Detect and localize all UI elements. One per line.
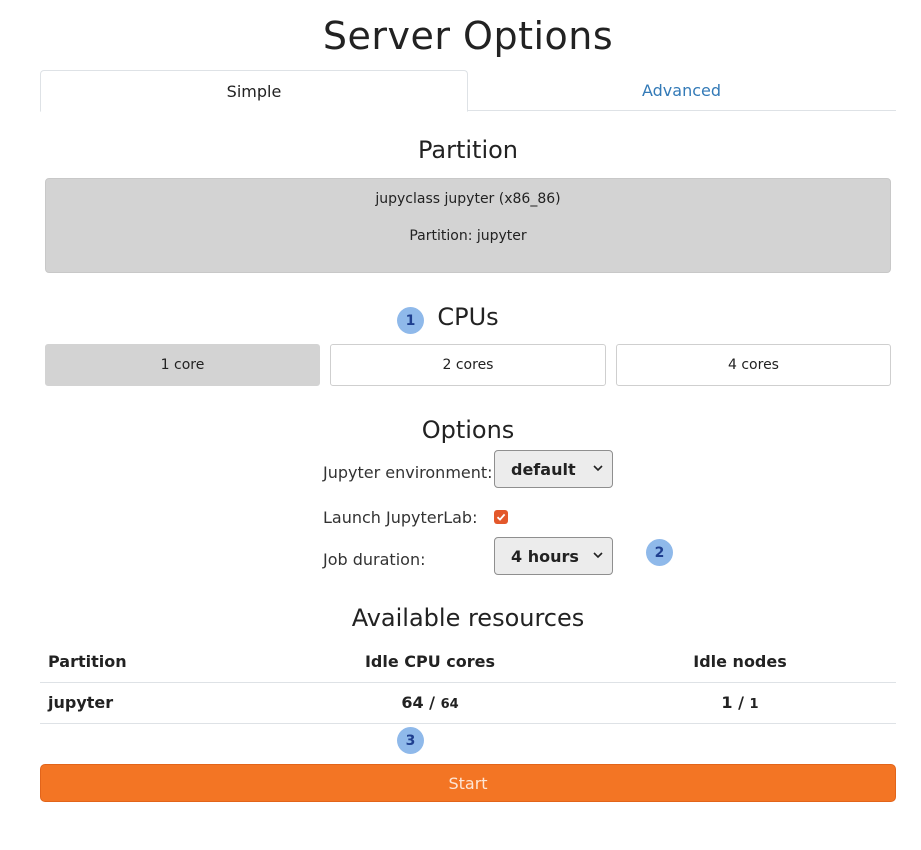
launch-jupyterlab-checkbox[interactable]: [494, 510, 508, 524]
page-title: Server Options: [322, 14, 614, 58]
launch-jupyterlab-label: Launch JupyterLab:: [323, 508, 478, 527]
column-header-idle-cpu-cores: Idle CPU cores: [364, 652, 496, 671]
idle-nodes-separator: /: [738, 693, 744, 712]
idle-cpu-count: 64: [401, 693, 424, 712]
cpus-heading: CPUs: [437, 303, 499, 331]
cpu-option-1-core[interactable]: 1 core: [45, 344, 320, 386]
chevron-down-icon: [593, 465, 603, 472]
total-nodes-count: 1: [749, 697, 759, 712]
table-divider: [40, 723, 896, 724]
step-badge-3: 3: [397, 727, 424, 754]
start-button[interactable]: Start: [40, 764, 896, 802]
table-cell-partition: jupyter: [48, 693, 114, 712]
tab-advanced[interactable]: Advanced: [467, 70, 896, 110]
cpu-option-4-cores[interactable]: 4 cores: [616, 344, 891, 386]
table-divider: [40, 682, 896, 683]
idle-nodes-count: 1: [721, 693, 733, 712]
tab-simple[interactable]: Simple: [40, 70, 468, 112]
partition-description: jupyclass jupyter (x86_86): [375, 191, 561, 207]
tab-divider: [467, 110, 896, 111]
column-header-partition: Partition: [48, 652, 127, 671]
idle-cpu-separator: /: [429, 693, 435, 712]
tab-bar: Simple Advanced: [40, 70, 896, 112]
jupyter-environment-select[interactable]: default: [494, 450, 613, 488]
table-cell-idle-nodes: 1 / 1: [600, 693, 880, 712]
cpu-option-2-cores[interactable]: 2 cores: [330, 344, 606, 386]
total-cpu-count: 64: [440, 697, 459, 712]
chevron-down-icon: [593, 552, 603, 559]
server-options-page: Server Options Simple Advanced Partition…: [0, 0, 921, 850]
job-duration-value: 4 hours: [511, 546, 579, 566]
job-duration-label: Job duration:: [323, 550, 426, 569]
table-cell-idle-cpu: 64 / 64: [290, 693, 570, 712]
jupyter-environment-label: Jupyter environment:: [323, 463, 493, 482]
partition-card[interactable]: jupyclass jupyter (x86_86) Partition: ju…: [45, 178, 891, 273]
checkmark-icon: [496, 513, 506, 521]
available-resources-heading: Available resources: [351, 604, 585, 632]
step-badge-2: 2: [646, 539, 673, 566]
column-header-idle-nodes: Idle nodes: [693, 652, 787, 671]
partition-heading: Partition: [417, 136, 519, 164]
job-duration-select[interactable]: 4 hours: [494, 537, 613, 575]
jupyter-environment-value: default: [511, 459, 576, 479]
options-heading: Options: [421, 416, 515, 444]
partition-name: Partition: jupyter: [409, 228, 527, 244]
